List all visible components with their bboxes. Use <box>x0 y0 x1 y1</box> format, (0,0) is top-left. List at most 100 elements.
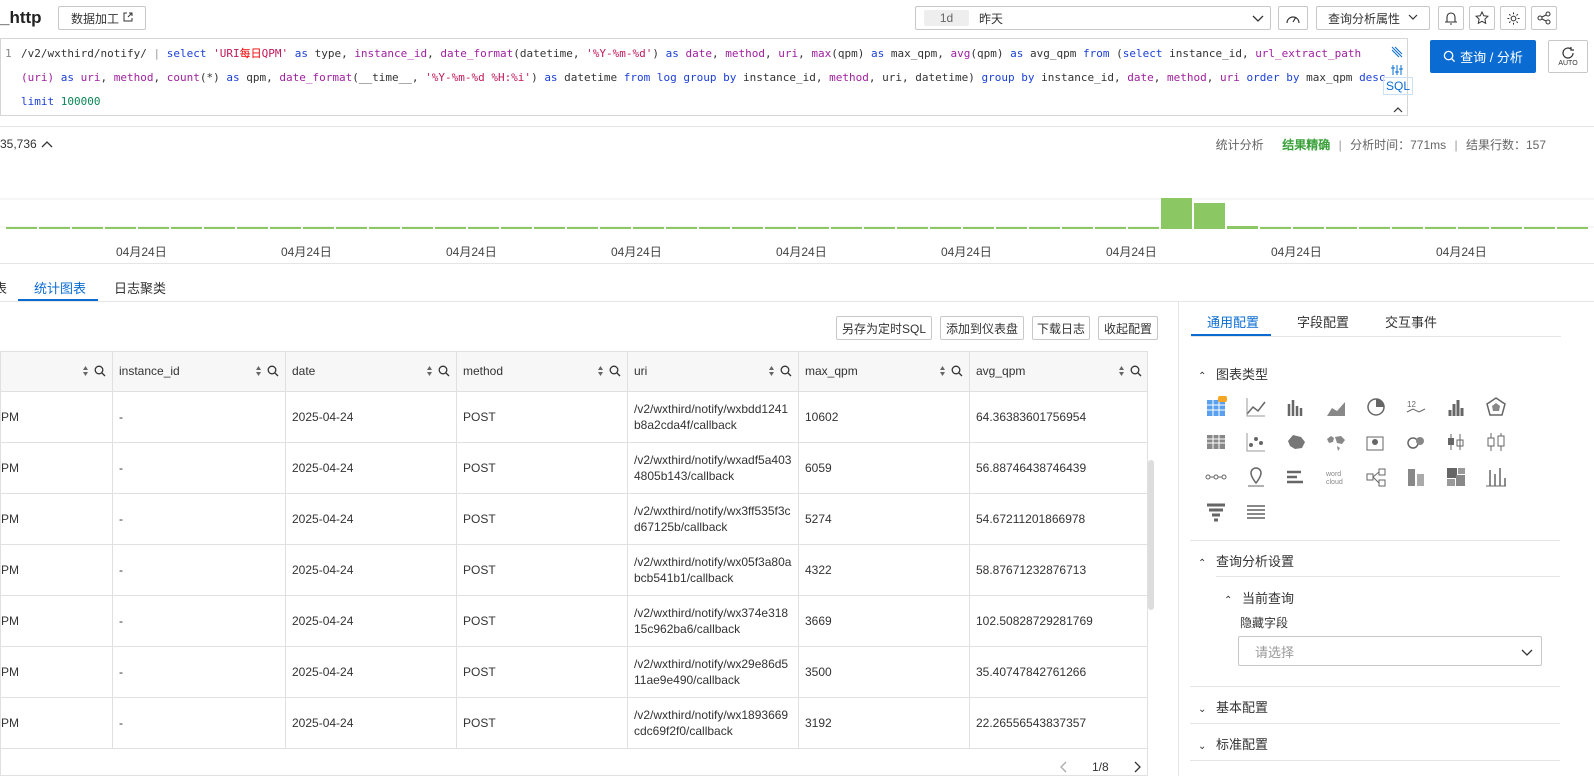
tab-stats-chart[interactable]: 统计图表 <box>34 278 86 297</box>
histogram-bar[interactable] <box>1029 227 1060 229</box>
histogram-bar[interactable] <box>138 227 169 229</box>
histogram-bar[interactable] <box>336 227 367 229</box>
sort-icon[interactable] <box>1118 365 1125 377</box>
sql-mode-toggle[interactable]: SQL <box>1383 77 1414 95</box>
chart-type-table-pro-icon[interactable] <box>1205 396 1227 418</box>
histogram-bar[interactable] <box>567 227 598 229</box>
histogram-bar[interactable] <box>39 227 70 229</box>
add-to-dashboard-button[interactable]: 添加到仪表盘 <box>940 316 1024 340</box>
current-query-section[interactable]: ⌃ 当前查询 <box>1224 588 1294 607</box>
chevron-up-icon[interactable] <box>1393 99 1403 123</box>
query-editor[interactable]: 1 /v2/wxthird/notify/ | select 'URI每日QPM… <box>0 38 1414 116</box>
histogram-bar[interactable] <box>699 227 730 229</box>
histogram-bar[interactable] <box>1227 226 1258 229</box>
histogram-bar[interactable] <box>402 227 433 229</box>
chart-type-flow-icon[interactable] <box>1205 466 1227 488</box>
search-icon[interactable] <box>267 365 279 377</box>
sort-icon[interactable] <box>255 365 262 377</box>
histogram-bar[interactable] <box>6 227 37 229</box>
search-icon[interactable] <box>438 365 450 377</box>
histogram-bar[interactable] <box>996 227 1027 229</box>
histogram-bar[interactable] <box>1326 227 1357 229</box>
histogram-bar[interactable] <box>1260 227 1291 229</box>
histogram-bar[interactable] <box>765 227 796 229</box>
histogram-bar[interactable] <box>1425 227 1456 229</box>
tab-interaction-events[interactable]: 交互事件 <box>1385 312 1437 331</box>
data-process-button[interactable]: 数据加工 <box>58 6 146 30</box>
settings-button[interactable] <box>1500 6 1526 30</box>
histogram-bar[interactable] <box>897 227 928 229</box>
tab-field-config[interactable]: 字段配置 <box>1297 312 1349 331</box>
basic-config-section[interactable]: ⌄ 基本配置 <box>1198 697 1268 716</box>
chart-type-world-map-icon[interactable] <box>1325 431 1347 453</box>
histogram-bar[interactable] <box>798 227 829 229</box>
chart-type-sankey-icon[interactable] <box>1365 466 1387 488</box>
histogram-bar[interactable] <box>831 227 862 229</box>
chart-type-china-map-icon[interactable] <box>1285 431 1307 453</box>
histogram-bar[interactable] <box>369 227 400 229</box>
histogram-bar[interactable] <box>963 227 994 229</box>
query-analyze-button[interactable]: 查询 / 分析 <box>1430 40 1536 73</box>
chart-type-treemap-icon[interactable] <box>1445 466 1467 488</box>
histogram-bar[interactable] <box>1194 203 1225 229</box>
search-icon[interactable] <box>94 365 106 377</box>
histogram-bar[interactable] <box>1062 227 1093 229</box>
histogram-bar[interactable] <box>1293 227 1324 229</box>
collapse-config-button[interactable]: 收起配置 <box>1098 316 1158 340</box>
histogram-bar[interactable] <box>303 227 334 229</box>
chart-type-bubble-icon[interactable] <box>1405 431 1427 453</box>
histogram-bar[interactable] <box>633 227 664 229</box>
histogram-bar[interactable] <box>864 227 895 229</box>
log-count[interactable]: 35,736 <box>0 137 53 151</box>
histogram-bar[interactable] <box>105 227 136 229</box>
histogram-bar[interactable] <box>1128 227 1159 229</box>
chart-type-point-map-icon[interactable] <box>1245 466 1267 488</box>
chart-type-funnel-icon[interactable] <box>1205 501 1227 523</box>
chart-type-word-cloud-icon[interactable]: word cloud <box>1325 466 1347 488</box>
histogram-bar[interactable] <box>1491 227 1522 229</box>
histogram-bar[interactable] <box>237 227 268 229</box>
table-scrollbar[interactable] <box>1148 460 1154 610</box>
chart-type-scatter-icon[interactable] <box>1245 431 1267 453</box>
sort-icon[interactable] <box>82 365 89 377</box>
gauge-button[interactable] <box>1278 6 1308 30</box>
sort-icon[interactable] <box>426 365 433 377</box>
histogram-bar[interactable] <box>270 227 301 229</box>
chart-type-stacked-bar-icon[interactable] <box>1405 466 1427 488</box>
chevron-left-icon[interactable] <box>1060 761 1068 773</box>
histogram-bar[interactable] <box>501 227 532 229</box>
chart-type-section[interactable]: ⌃ 图表类型 <box>1198 364 1268 383</box>
chart-type-histogram-icon[interactable] <box>1445 396 1467 418</box>
histogram-bar[interactable] <box>930 227 961 229</box>
chevron-right-icon[interactable] <box>1133 761 1141 773</box>
share-button[interactable] <box>1531 6 1557 30</box>
histogram-bar[interactable] <box>171 227 202 229</box>
hidden-fields-select[interactable]: 请选择 <box>1238 636 1542 666</box>
search-icon[interactable] <box>780 365 792 377</box>
histogram-bar[interactable] <box>72 227 103 229</box>
histogram-bar[interactable] <box>1557 227 1588 229</box>
chart-type-pie-icon[interactable] <box>1365 396 1387 418</box>
time-range-select[interactable]: 1d 昨天 <box>915 6 1271 30</box>
query-settings-section[interactable]: ⌃ 查询分析设置 <box>1198 551 1294 570</box>
chart-type-radar-icon[interactable] <box>1485 396 1507 418</box>
tab-general-config[interactable]: 通用配置 <box>1207 312 1259 331</box>
sort-icon[interactable] <box>768 365 775 377</box>
download-log-button[interactable]: 下载日志 <box>1032 316 1090 340</box>
histogram-bar[interactable] <box>534 227 565 229</box>
histogram-bar[interactable] <box>732 227 763 229</box>
histogram-bar[interactable] <box>600 227 631 229</box>
search-icon[interactable] <box>609 365 621 377</box>
axis-config-section[interactable]: ⌄ 标准配置 <box>1198 734 1268 753</box>
tab-raw-logs[interactable]: 表 <box>0 278 7 297</box>
alert-button[interactable] <box>1438 6 1464 30</box>
chart-type-line-icon[interactable] <box>1245 396 1267 418</box>
histogram-bar[interactable] <box>1161 198 1192 229</box>
chart-type-bar-icon[interactable] <box>1285 396 1307 418</box>
histogram-bar[interactable] <box>666 227 697 229</box>
chart-type-table-icon[interactable] <box>1205 431 1227 453</box>
save-as-scheduled-sql-button[interactable]: 另存为定时SQL <box>836 316 932 340</box>
search-icon[interactable] <box>951 365 963 377</box>
favorite-button[interactable] <box>1469 6 1495 30</box>
chart-type-area-icon[interactable] <box>1325 396 1347 418</box>
